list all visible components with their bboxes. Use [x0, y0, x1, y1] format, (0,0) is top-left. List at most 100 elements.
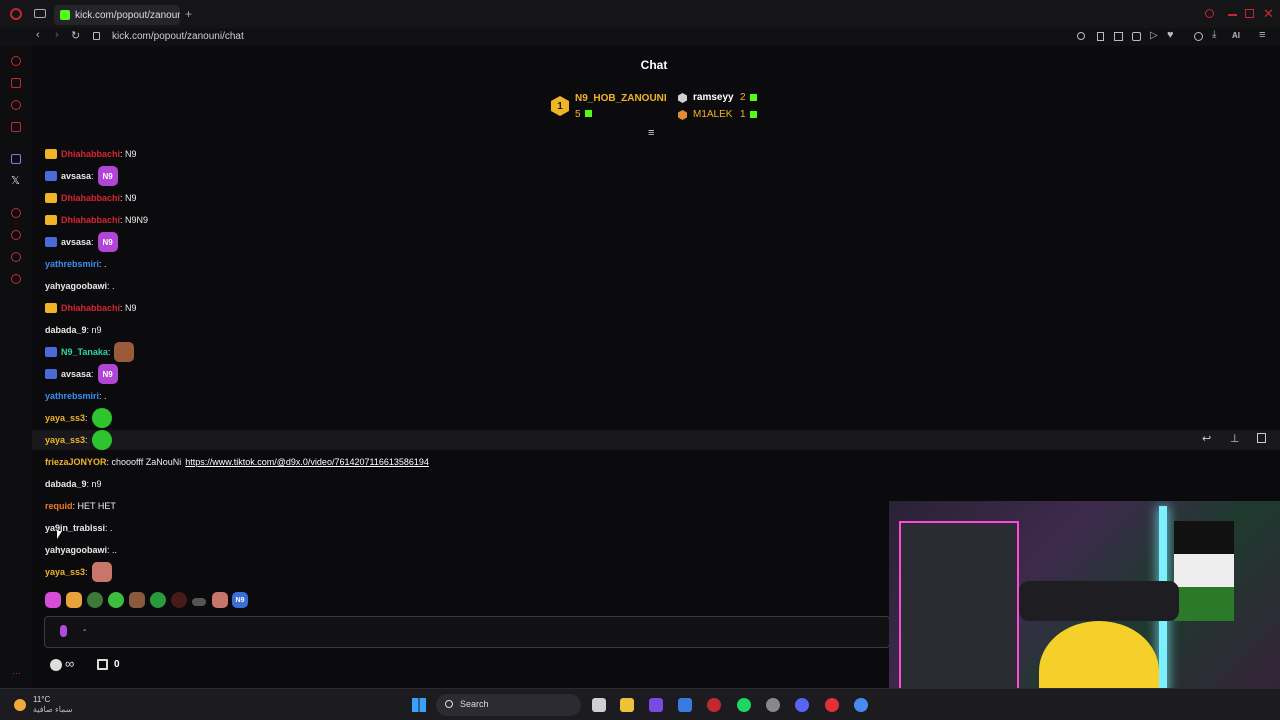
chat-username[interactable]: yahyagoobawi [45, 281, 107, 291]
tab-kick[interactable]: kick.com/popout/zanouni/ [54, 5, 180, 25]
chrome-icon[interactable] [854, 698, 868, 712]
pin-icon[interactable]: ⊥ [1230, 432, 1240, 445]
copilot-icon[interactable] [649, 698, 663, 712]
start-icon[interactable] [412, 698, 426, 712]
emote-shadow-icon[interactable] [192, 598, 206, 606]
tab-switcher-icon[interactable] [34, 9, 46, 18]
chat-username[interactable]: yathrebsmiri [45, 391, 99, 401]
chat-emote-icon[interactable]: N9 [97, 364, 118, 384]
opera-logo-icon[interactable] [10, 8, 22, 20]
leaderboard-first-name[interactable]: N9_HOB_ZANOUNI [575, 93, 667, 104]
store-icon[interactable] [97, 659, 108, 670]
close-icon[interactable]: ✕ [1263, 6, 1274, 22]
menu-icon[interactable]: ≡ [1259, 29, 1265, 41]
expand-leaderboard-icon[interactable]: ≡ [648, 127, 654, 139]
player-icon[interactable]: ▷ [1150, 30, 1158, 41]
chat-username[interactable]: Dhiahabbachi [61, 215, 120, 225]
chat-username[interactable]: dabada_9 [45, 479, 87, 489]
chat-message: Dhiahabbachi: N9 [45, 189, 137, 207]
emote-face-icon[interactable] [87, 592, 103, 608]
sidebar-twitch-icon[interactable] [11, 154, 21, 164]
chat-input-text: - [83, 625, 87, 636]
chat-username[interactable]: avsasa [61, 171, 91, 181]
chat-username[interactable]: Dhiahabbachi [61, 193, 120, 203]
emote-dark-icon[interactable] [171, 592, 187, 608]
emote-wand-icon[interactable] [45, 592, 61, 608]
emote-photo-icon[interactable] [129, 592, 145, 608]
sidebar-home-icon[interactable] [11, 56, 21, 66]
file-explorer-icon[interactable] [620, 698, 634, 712]
heart-icon[interactable]: ♥ [1167, 29, 1174, 41]
search-tabs-icon[interactable] [1205, 9, 1214, 18]
chat-emote-icon[interactable] [114, 342, 135, 362]
chat-username[interactable]: Dhiahabbachi [61, 149, 120, 159]
chat-username[interactable]: ya9in_trablssi [45, 523, 105, 533]
back-icon[interactable]: ‹ [36, 29, 40, 41]
sidebar-bag-icon[interactable] [11, 78, 21, 88]
microphone-icon[interactable] [60, 625, 67, 637]
aria-ai-icon[interactable]: AI [1232, 31, 1240, 40]
sidebar-history-icon[interactable] [11, 230, 21, 240]
chat-emote-icon[interactable]: N9 [97, 166, 118, 186]
taskbar-search[interactable]: Search [436, 694, 581, 716]
chat-emote-icon[interactable]: N9 [97, 232, 118, 252]
minimize-icon[interactable] [1228, 14, 1237, 16]
emote-n9-icon[interactable]: N9 [232, 592, 248, 608]
chat-username[interactable]: N9_Tanaka [61, 347, 108, 357]
chat-username[interactable]: friezaJONYOR [45, 457, 107, 467]
sidebar-pin-icon[interactable] [11, 252, 21, 262]
sidebar-player-icon[interactable] [11, 208, 21, 218]
sidebar-more-icon[interactable]: ⋯ [12, 668, 21, 679]
delete-icon[interactable] [1257, 433, 1266, 443]
leaderboard-second-name[interactable]: ramseyy [693, 92, 734, 103]
emote-cat-icon[interactable] [66, 592, 82, 608]
reply-icon[interactable]: ↩ [1202, 432, 1211, 445]
download-icon[interactable]: ⤓ [1212, 29, 1216, 40]
channel-points-icon[interactable] [50, 659, 62, 671]
chat-username[interactable]: yaya_ss3 [45, 567, 85, 577]
spotify-icon[interactable] [737, 698, 751, 712]
store-app-icon[interactable] [678, 698, 692, 712]
adblock-icon[interactable] [1132, 32, 1141, 41]
opera-gx-icon[interactable] [825, 698, 839, 712]
chat-username[interactable]: avsasa [61, 237, 91, 247]
chat-emote-icon[interactable] [91, 430, 112, 450]
leaderboard-third-name[interactable]: M1ALEK [693, 109, 732, 120]
chat-username[interactable]: avsasa [61, 369, 91, 379]
reload-icon[interactable]: ↻ [71, 29, 80, 42]
chat-username[interactable]: yathrebsmiri [45, 259, 99, 269]
maximize-icon[interactable] [1245, 9, 1254, 18]
sidebar-x-icon[interactable]: 𝕏 [11, 174, 20, 187]
forward-icon[interactable]: › [55, 29, 59, 41]
profile-icon[interactable] [1194, 32, 1203, 41]
sidebar-music-icon[interactable] [11, 122, 21, 132]
zoom-icon[interactable] [1077, 32, 1085, 40]
chat-username[interactable]: Dhiahabbachi [61, 303, 120, 313]
chat-emote-icon[interactable] [91, 562, 112, 582]
weather-desc[interactable]: سماء صافية [33, 705, 73, 714]
chat-username[interactable]: yahyagoobawi [45, 545, 107, 555]
emote-girl-icon[interactable] [212, 592, 228, 608]
chat-input[interactable]: - [44, 616, 890, 648]
weather-icon[interactable] [14, 699, 26, 711]
emote-green-icon[interactable] [108, 592, 124, 608]
chat-username[interactable]: yaya_ss3 [45, 413, 85, 423]
bookmark-icon[interactable] [1097, 32, 1104, 41]
chat-emote-icon[interactable] [91, 408, 112, 428]
emote-wave-icon[interactable] [150, 592, 166, 608]
sidebar-settings-icon[interactable] [11, 274, 21, 284]
discord-icon[interactable] [795, 698, 809, 712]
new-tab-button[interactable]: + [185, 7, 192, 21]
chat-message-link[interactable]: https://www.tiktok.com/@d9x.0/video/7614… [185, 457, 429, 467]
chat-username[interactable]: yaya_ss3 [45, 435, 85, 445]
task-view-icon[interactable] [592, 698, 606, 712]
sidebar-messenger-icon[interactable] [11, 100, 21, 110]
opera-taskbar-icon[interactable] [707, 698, 721, 712]
chrome-alt-icon[interactable] [766, 698, 780, 712]
weather-temp[interactable]: 11°C [33, 695, 50, 704]
chat-username[interactable]: dabada_9 [45, 325, 87, 335]
chat-username[interactable]: requid [45, 501, 73, 511]
url-field[interactable]: kick.com/popout/zanouni/chat [112, 31, 244, 42]
chat-message-text: : [91, 369, 94, 379]
snapshot-icon[interactable] [1114, 32, 1123, 41]
